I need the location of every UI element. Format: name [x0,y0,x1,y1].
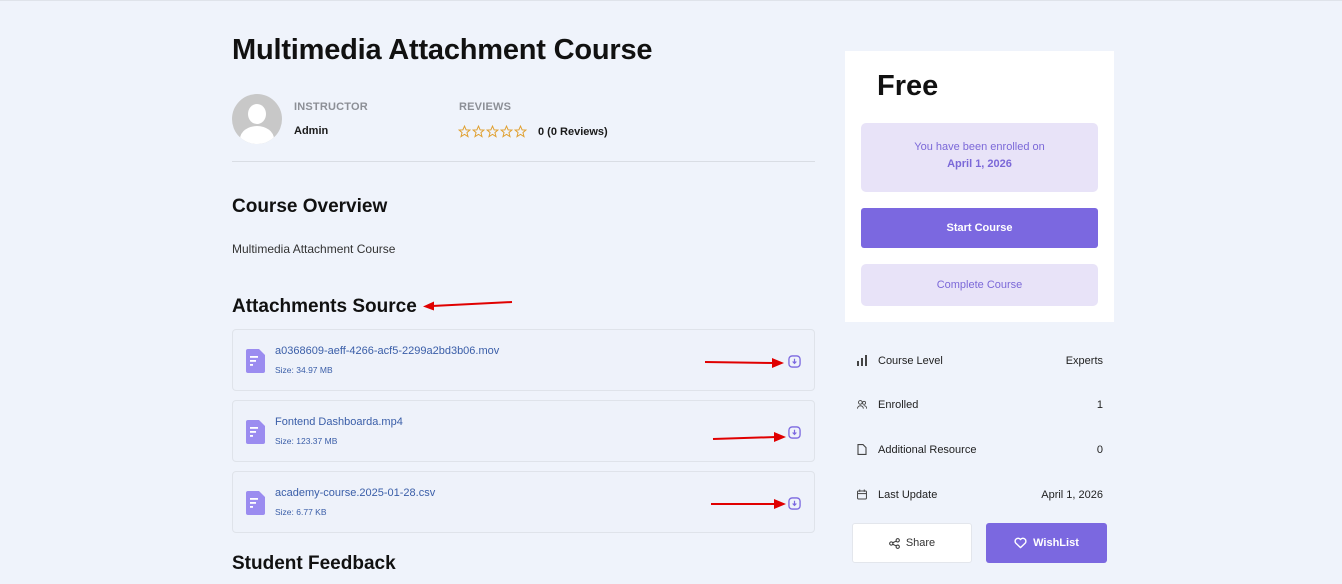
attachment-link[interactable]: a0368609-aeff-4266-acf5-2299a2bd3b06.mov [275,345,499,357]
enrolled-text: You have been enrolled on [914,141,1045,153]
annotation-arrow-icon [704,358,784,368]
info-label: Course Level [878,355,943,367]
info-row-additional-resource: Additional Resource 0 [857,441,1103,461]
enrolled-notice: You have been enrolled on April 1, 2026 [861,123,1098,192]
info-value: Experts [1065,355,1103,367]
start-course-button[interactable]: Start Course [861,208,1098,248]
info-row-last-update: Last Update April 1, 2026 [857,486,1103,506]
overview-heading: Course Overview [232,196,388,217]
info-label: Additional Resource [878,444,977,456]
heart-icon [1014,537,1027,549]
annotation-arrow-icon [423,301,513,311]
info-row-enrolled: Enrolled 1 [857,396,1103,416]
reviews-count: 0 (0 Reviews) [538,126,608,138]
reviews-label: REVIEWS [459,101,512,113]
enrollment-card: Free You have been enrolled on April 1, … [845,51,1114,322]
attachment-size: Size: 6.77 KB [275,507,327,517]
download-icon[interactable] [788,497,801,510]
file-icon [246,420,265,444]
download-icon[interactable] [788,426,801,439]
star-outline-icon [486,125,499,138]
attachment-link[interactable]: academy-course.2025-01-28.csv [275,487,435,499]
info-value: April 1, 2026 [1041,489,1103,501]
attachment-size: Size: 123.37 MB [275,436,338,446]
rating-stars [458,125,527,138]
share-button[interactable]: Share [852,523,972,563]
complete-course-button[interactable]: Complete Course [861,264,1098,306]
overview-text: Multimedia Attachment Course [232,242,396,256]
info-value: 1 [1096,399,1103,411]
avatar [232,94,282,144]
info-row-course-level: Course Level Experts [857,352,1103,372]
document-icon [857,444,867,455]
star-outline-icon [514,125,527,138]
calendar-icon [857,489,867,500]
attachment-size: Size: 34.97 MB [275,365,333,375]
info-label: Last Update [878,489,938,501]
share-icon [888,537,900,549]
annotation-arrow-icon [711,499,786,509]
file-icon [246,491,265,515]
bar-chart-icon [857,355,867,366]
annotation-arrow-icon [712,432,786,442]
course-price: Free [877,70,939,102]
enrolled-date: April 1, 2026 [947,158,1012,170]
star-outline-icon [500,125,513,138]
course-meta: INSTRUCTOR Admin REVIEWS 0 (0 Reviews) [232,94,815,162]
wishlist-label: WishList [1033,537,1079,549]
feedback-heading: Student Feedback [232,553,396,574]
download-icon[interactable] [788,355,801,368]
info-label: Enrolled [878,399,919,411]
attachments-heading: Attachments Source [232,296,417,317]
instructor-label: INSTRUCTOR [294,101,368,113]
wishlist-button[interactable]: WishList [986,523,1107,563]
attachment-link[interactable]: Fontend Dashboarda.mp4 [275,416,403,428]
star-outline-icon [458,125,471,138]
page-title: Multimedia Attachment Course [232,34,653,66]
star-outline-icon [472,125,485,138]
share-label: Share [905,537,936,549]
info-value: 0 [1096,444,1103,456]
users-icon [857,400,867,409]
file-icon [246,349,265,373]
instructor-name[interactable]: Admin [294,125,328,137]
